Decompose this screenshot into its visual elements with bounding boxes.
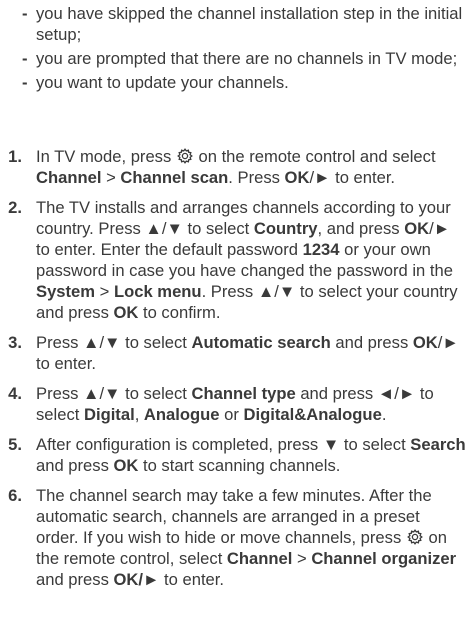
- step-text: The TV installs and arranges channels ac…: [36, 198, 458, 322]
- bullet-text: you want to update your channels.: [36, 73, 289, 92]
- gear-icon: [406, 529, 423, 545]
- bullet-item: - you have skipped the channel installati…: [0, 3, 472, 45]
- bullet-marker: -: [22, 49, 28, 68]
- step-number: 3.: [8, 333, 22, 352]
- bold-term: OK/►: [113, 570, 160, 589]
- step-text-segment: >: [95, 282, 114, 301]
- step-text-segment: to start scanning channels.: [138, 456, 341, 475]
- bold-term: Search: [410, 435, 466, 454]
- bold-term: Analogue: [143, 405, 220, 424]
- bold-term: Channel: [226, 549, 293, 568]
- bold-term: Country: [253, 219, 318, 238]
- step-text-segment: Press ▲/▼ to select: [36, 384, 192, 403]
- bold-term: OK: [284, 168, 310, 187]
- bullet-marker: -: [22, 4, 28, 23]
- step-text: In TV mode, press on the remote control …: [36, 147, 436, 187]
- step-text-segment: and press: [36, 570, 114, 589]
- manual-page: - you have skipped the channel installati…: [0, 0, 472, 627]
- step-text-segment: .: [381, 405, 387, 424]
- step-text-segment: >: [292, 549, 312, 568]
- step-number: 6.: [8, 486, 22, 505]
- instruction-step: 3. Press ▲/▼ to select Automatic search a…: [0, 332, 472, 374]
- step-text-segment: In TV mode, press: [36, 147, 176, 166]
- step-text-segment: After configuration is completed, press …: [36, 435, 411, 454]
- bullet-item: - you are prompted that there are no chan…: [0, 48, 472, 69]
- step-text-segment: /► to enter.: [309, 168, 396, 187]
- step-text-segment: to confirm.: [138, 303, 221, 322]
- step-number: 1.: [8, 147, 22, 166]
- instruction-step: 6. The channel search may take a few minu…: [0, 485, 472, 590]
- bold-term: OK: [404, 219, 430, 238]
- bold-term: Automatic search: [191, 333, 331, 352]
- bold-term: OK: [113, 456, 139, 475]
- bold-term: Channel: [36, 168, 102, 187]
- step-text: Press ▲/▼ to select Automatic search and…: [36, 333, 459, 373]
- bold-term: Lock menu: [113, 282, 202, 301]
- bullet-marker: -: [22, 73, 28, 92]
- bold-term: OK: [113, 303, 139, 322]
- step-text: Press ▲/▼ to select Channel type and pre…: [36, 384, 434, 424]
- bold-term: Channel type: [191, 384, 296, 403]
- step-text-segment: to enter.: [159, 570, 224, 589]
- step-text-segment: or: [219, 405, 244, 424]
- bold-term: Channel organizer: [311, 549, 457, 568]
- condition-list: - you have skipped the channel installati…: [0, 3, 472, 96]
- step-text-segment: , and press: [317, 219, 405, 238]
- bullet-item: - you want to update your channels.: [0, 72, 472, 93]
- bullet-text: you have skipped the channel installatio…: [36, 4, 463, 44]
- step-text: After configuration is completed, press …: [36, 435, 466, 475]
- bold-term: System: [36, 282, 96, 301]
- instruction-step: 2. The TV installs and arranges channels …: [0, 197, 472, 323]
- step-text-segment: The channel search may take a few minute…: [36, 486, 432, 547]
- instruction-steps: 1. In TV mode, press on the remote contro…: [0, 146, 472, 599]
- bold-term: 1234: [302, 240, 340, 259]
- bold-term: Digital: [83, 405, 135, 424]
- step-text-segment: ,: [134, 405, 144, 424]
- step-number: 5.: [8, 435, 22, 454]
- instruction-step: 5. After configuration is completed, pres…: [0, 434, 472, 476]
- step-text-segment: and press: [330, 333, 413, 352]
- bold-term: Channel scan: [120, 168, 229, 187]
- instruction-step: 4. Press ▲/▼ to select Channel type and p…: [0, 383, 472, 425]
- bold-term: Digital&Analogue: [243, 405, 382, 424]
- step-text-segment: and press: [36, 456, 114, 475]
- bold-term: OK: [412, 333, 438, 352]
- bullet-text: you are prompted that there are no chann…: [36, 49, 458, 68]
- instruction-step: 1. In TV mode, press on the remote contro…: [0, 146, 472, 188]
- step-text-segment: Press ▲/▼ to select: [36, 333, 192, 352]
- gear-icon: [177, 148, 193, 164]
- step-text: The channel search may take a few minute…: [36, 486, 456, 589]
- step-text-segment: >: [101, 168, 121, 187]
- step-text-segment: on the remote control and select: [193, 147, 436, 166]
- step-number: 2.: [8, 198, 22, 217]
- step-text-segment: . Press: [228, 168, 285, 187]
- step-number: 4.: [8, 384, 22, 403]
